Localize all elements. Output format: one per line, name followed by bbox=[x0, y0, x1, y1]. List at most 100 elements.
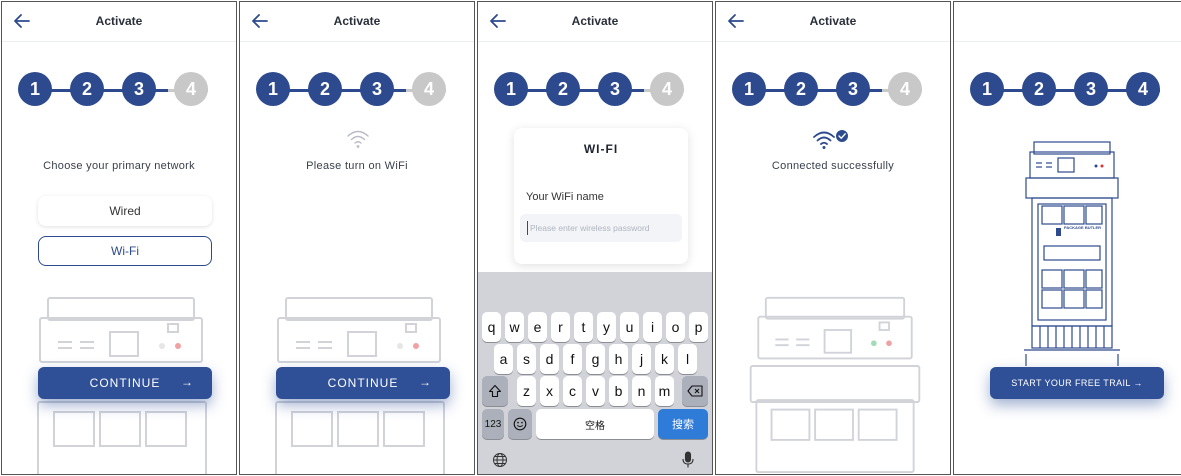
password-placeholder: Please enter wireless password bbox=[530, 223, 650, 233]
step-indicator: 1 2 3 4 bbox=[970, 72, 1174, 108]
key-v[interactable]: v bbox=[586, 376, 605, 406]
step-4: 4 bbox=[174, 72, 208, 106]
network-prompt: Choose your primary network bbox=[43, 160, 195, 172]
step-3: 3 bbox=[122, 72, 156, 106]
brand-label: PACKAGE BUTLER bbox=[1064, 225, 1102, 230]
step-indicator: 1 2 3 4 bbox=[732, 72, 936, 108]
start-free-trail-label: START YOUR FREE TRAIL → bbox=[1011, 378, 1143, 388]
package-butler-device-icon bbox=[1024, 141, 1120, 366]
key-q[interactable]: q bbox=[482, 312, 501, 342]
wifi-connected-icon bbox=[813, 130, 848, 149]
step-3: 3 bbox=[1074, 72, 1108, 106]
wifi-icon bbox=[347, 130, 369, 148]
shift-icon bbox=[488, 384, 502, 398]
text-caret bbox=[527, 221, 528, 235]
step-2: 2 bbox=[1022, 72, 1056, 106]
page-title: Activate bbox=[95, 14, 143, 28]
header bbox=[954, 2, 1181, 42]
key-n[interactable]: n bbox=[632, 376, 651, 406]
key-g[interactable]: g bbox=[586, 344, 605, 374]
continue-button[interactable]: CONTINUE → bbox=[38, 367, 212, 399]
arrow-right-icon: → bbox=[419, 375, 432, 389]
shift-key[interactable] bbox=[482, 376, 508, 406]
wifi-password-input[interactable]: Please enter wireless password bbox=[520, 214, 682, 242]
step-1: 1 bbox=[494, 72, 528, 106]
step-3: 3 bbox=[360, 72, 394, 106]
step-2: 2 bbox=[546, 72, 580, 106]
start-free-trail-button[interactable]: START YOUR FREE TRAIL → bbox=[990, 367, 1164, 399]
key-l[interactable]: l bbox=[678, 344, 697, 374]
wired-option[interactable]: Wired bbox=[38, 196, 212, 226]
step-3: 3 bbox=[598, 72, 632, 106]
step-1: 1 bbox=[256, 72, 290, 106]
connected-message: Connected successfully bbox=[771, 160, 895, 172]
step-indicator: 1 2 3 4 bbox=[18, 72, 222, 108]
key-s[interactable]: s bbox=[517, 344, 536, 374]
key-c[interactable]: c bbox=[563, 376, 582, 406]
screen-connected: Activate 1 2 3 4 Connected successfully bbox=[715, 1, 951, 475]
arrow-right-icon: → bbox=[1133, 378, 1143, 388]
space-key[interactable]: 空格 bbox=[536, 409, 654, 439]
key-f[interactable]: f bbox=[563, 344, 582, 374]
continue-button[interactable]: CONTINUE → bbox=[276, 367, 450, 399]
backspace-key[interactable] bbox=[682, 376, 708, 406]
header: Activate bbox=[716, 2, 950, 42]
step-4: 4 bbox=[888, 72, 922, 106]
key-u[interactable]: u bbox=[620, 312, 639, 342]
step-2: 2 bbox=[70, 72, 104, 106]
key-y[interactable]: y bbox=[597, 312, 616, 342]
wifi-prompt: Please turn on WiFi bbox=[306, 160, 408, 172]
key-w[interactable]: w bbox=[505, 312, 524, 342]
step-3: 3 bbox=[836, 72, 870, 106]
page-title: Activate bbox=[809, 14, 857, 28]
key-k[interactable]: k bbox=[655, 344, 674, 374]
key-p[interactable]: p bbox=[689, 312, 708, 342]
step-4: 4 bbox=[650, 72, 684, 106]
continue-label: CONTINUE bbox=[89, 376, 161, 390]
card-title: WI-FI bbox=[583, 142, 619, 156]
page-title: Activate bbox=[333, 14, 381, 28]
wifi-card: WI-FI Your WiFi name Please enter wirele… bbox=[514, 128, 688, 264]
numbers-key[interactable]: 123 bbox=[482, 409, 504, 439]
search-key[interactable]: 搜索 bbox=[658, 409, 708, 439]
microphone-icon[interactable] bbox=[682, 451, 694, 469]
emoji-icon bbox=[513, 417, 527, 431]
screen-complete: 1 2 3 4 PACKAGE BUTLER START YOUR FREE T… bbox=[953, 1, 1181, 475]
continue-label: CONTINUE bbox=[327, 376, 399, 390]
step-1: 1 bbox=[970, 72, 1004, 106]
step-2: 2 bbox=[308, 72, 342, 106]
key-b[interactable]: b bbox=[609, 376, 628, 406]
key-x[interactable]: x bbox=[540, 376, 559, 406]
globe-icon[interactable] bbox=[492, 452, 508, 468]
step-4: 4 bbox=[1126, 72, 1160, 106]
key-m[interactable]: m bbox=[655, 376, 674, 406]
backspace-icon bbox=[687, 385, 703, 397]
key-h[interactable]: h bbox=[609, 344, 628, 374]
screen-wifi-password: Activate 1 2 3 4 WI-FI Your WiFi name Pl… bbox=[477, 1, 713, 475]
wifi-name-label: Your WiFi name bbox=[526, 191, 604, 203]
header: Activate bbox=[240, 2, 474, 42]
step-2: 2 bbox=[784, 72, 818, 106]
screen-network-choice: Activate 1 2 3 4 Choose your primary net… bbox=[1, 1, 237, 475]
device-illustration bbox=[749, 296, 921, 474]
key-d[interactable]: d bbox=[540, 344, 559, 374]
step-1: 1 bbox=[732, 72, 766, 106]
screen-turn-on-wifi: Activate 1 2 3 4 Please turn on WiFi CON… bbox=[239, 1, 475, 475]
key-z[interactable]: z bbox=[517, 376, 536, 406]
key-i[interactable]: i bbox=[643, 312, 662, 342]
key-e[interactable]: e bbox=[528, 312, 547, 342]
arrow-right-icon: → bbox=[181, 375, 194, 389]
step-4: 4 bbox=[412, 72, 446, 106]
keyboard: q w e r t y u i o p a s d f g h j k l z … bbox=[478, 272, 712, 474]
wifi-option[interactable]: Wi-Fi bbox=[38, 236, 212, 266]
key-t[interactable]: t bbox=[574, 312, 593, 342]
key-r[interactable]: r bbox=[551, 312, 570, 342]
header: Activate bbox=[2, 2, 236, 42]
key-j[interactable]: j bbox=[632, 344, 651, 374]
key-a[interactable]: a bbox=[494, 344, 513, 374]
emoji-key[interactable] bbox=[508, 409, 532, 439]
key-o[interactable]: o bbox=[666, 312, 685, 342]
step-indicator: 1 2 3 4 bbox=[256, 72, 460, 108]
step-indicator: 1 2 3 4 bbox=[494, 72, 698, 108]
page-title: Activate bbox=[571, 14, 619, 28]
